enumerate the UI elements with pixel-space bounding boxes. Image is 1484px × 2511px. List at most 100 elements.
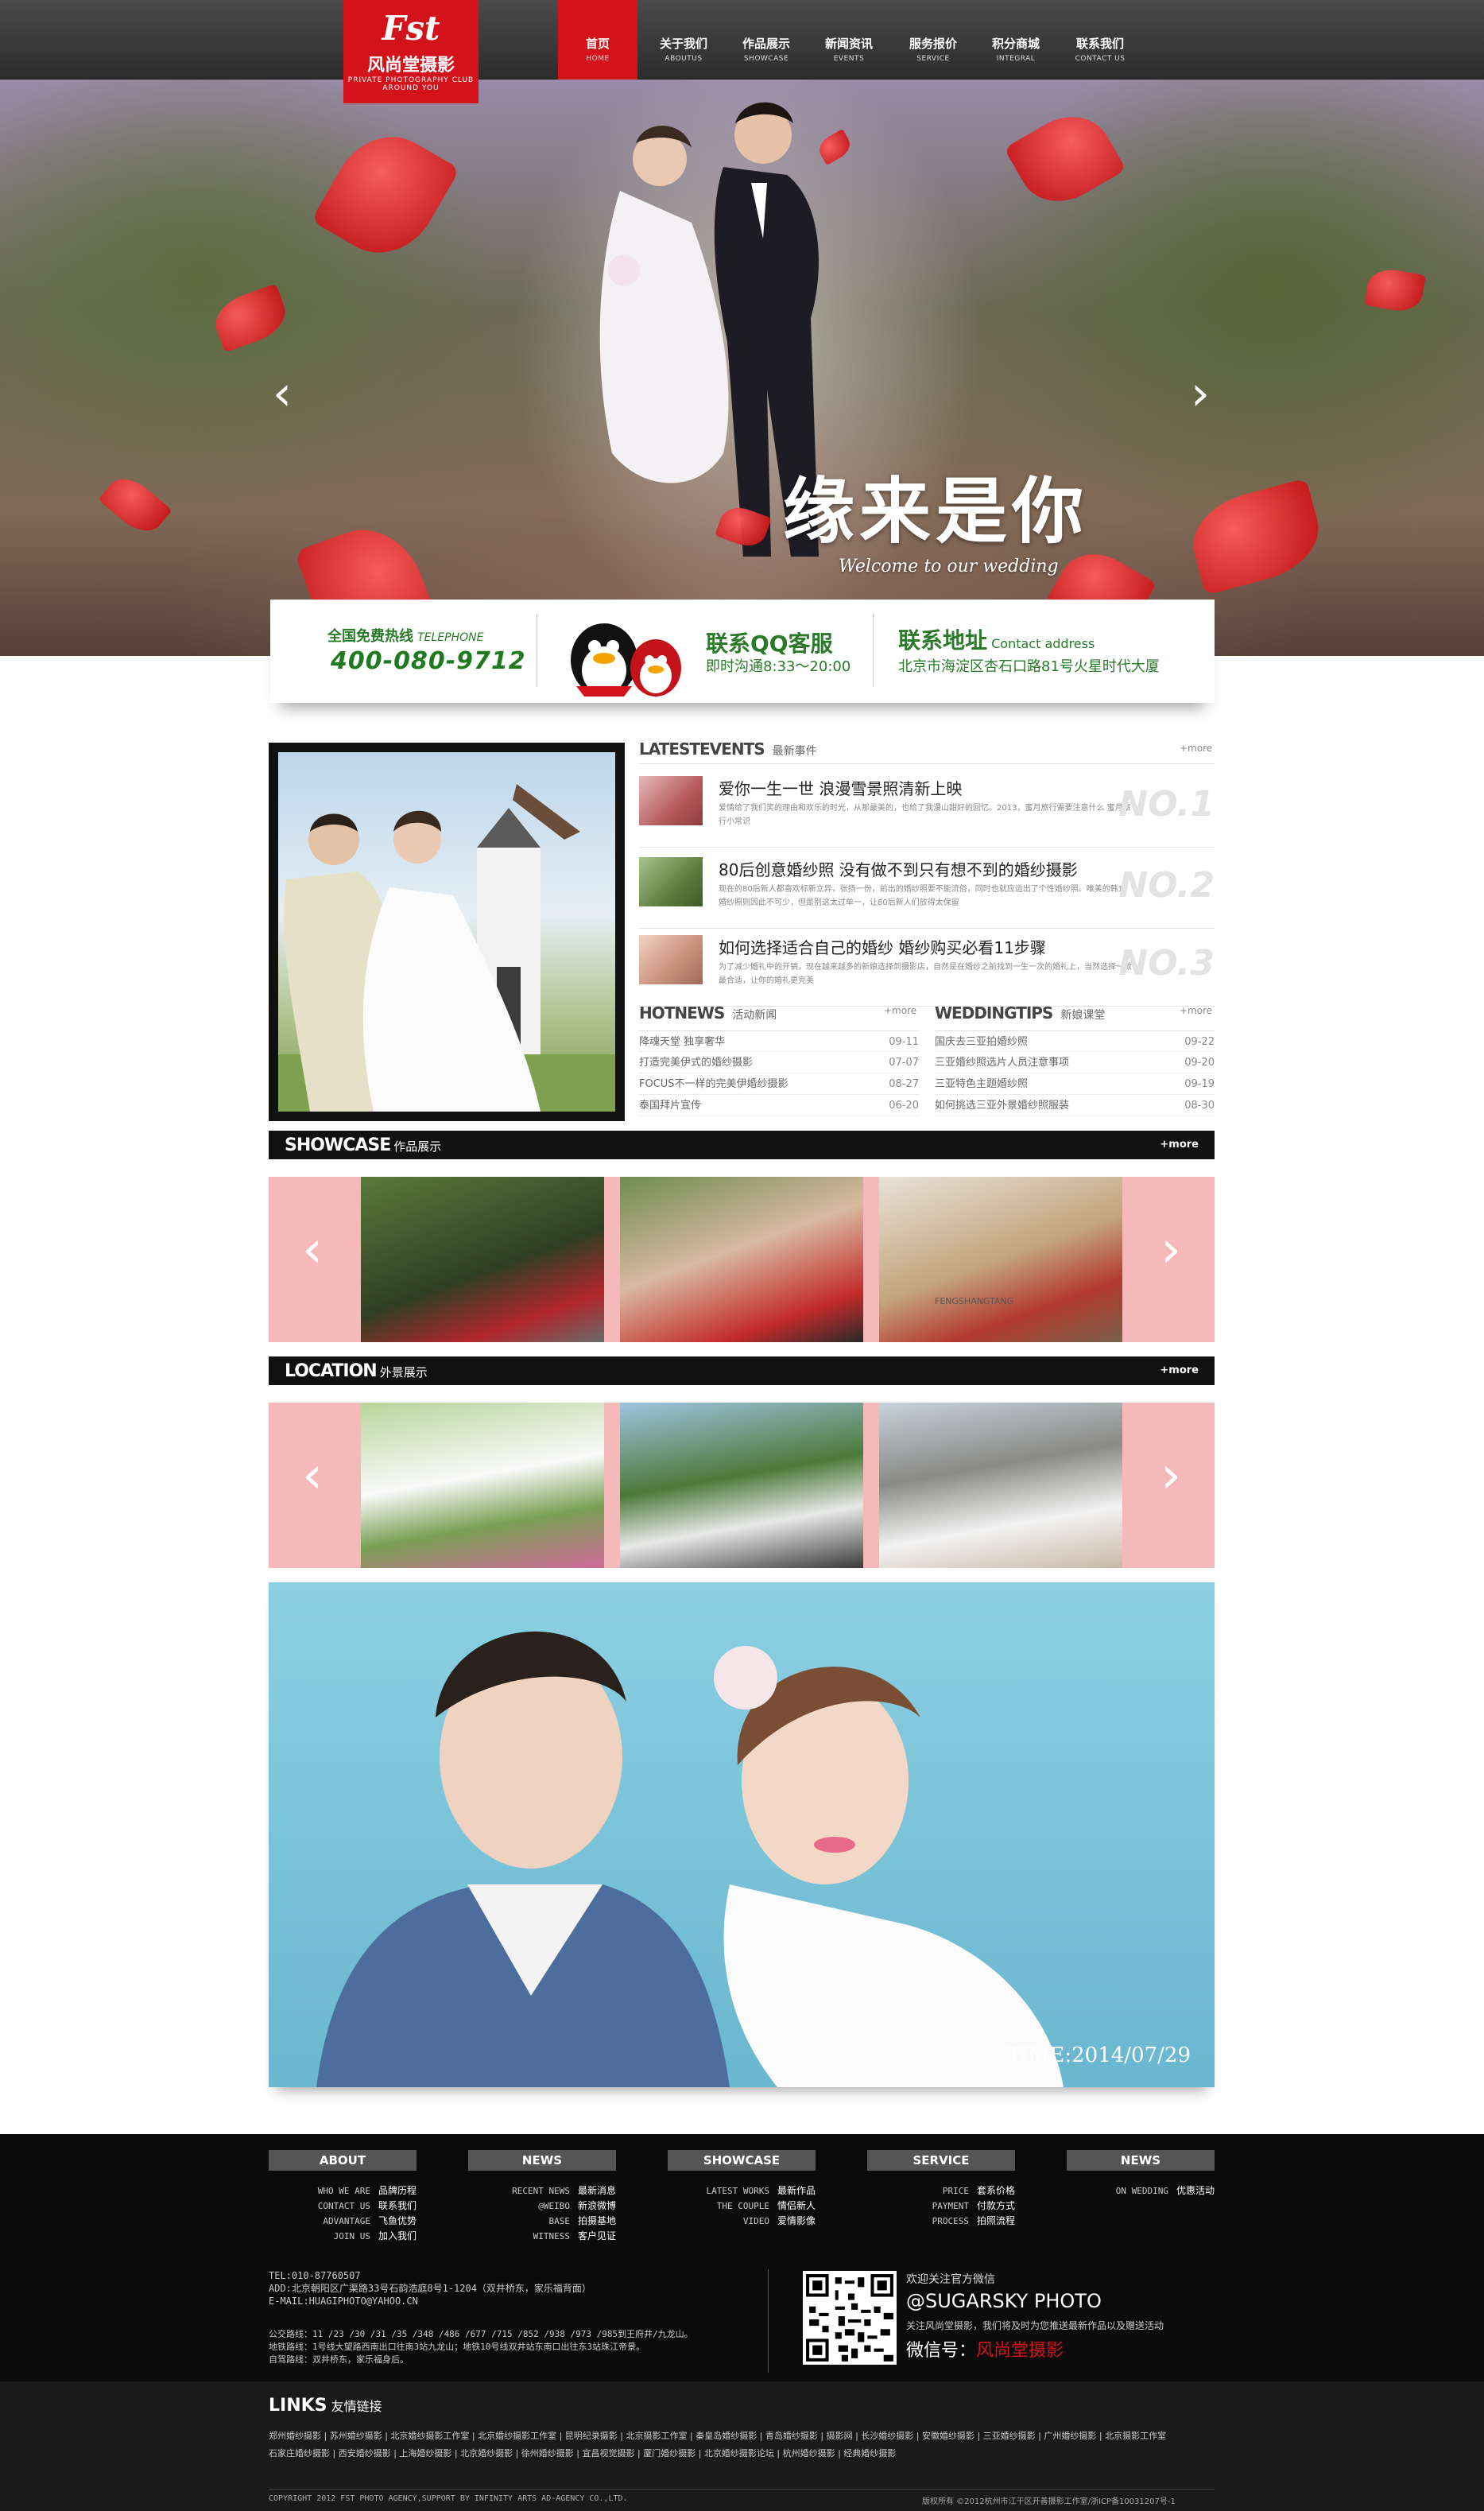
event-title[interactable]: 爱你一生一世 浪漫雪景照清新上映 <box>719 776 962 799</box>
footer-heading-showcase: SHOWCASE <box>668 2150 816 2171</box>
list-item[interactable]: 泰国拜片宣传 06-20 <box>639 1095 919 1116</box>
nav-item-about[interactable]: 关于我们 ABOUTUS <box>644 0 723 80</box>
list-item[interactable]: 国庆去三亚拍婚纱照 09-22 <box>935 1030 1215 1052</box>
feature-banner-photo[interactable]: TIME:2014/07/29 <box>269 1582 1215 2087</box>
footer-link[interactable]: RECENT NEWS 最新消息 <box>468 2183 616 2199</box>
footer-link[interactable]: ON WEDDING 优惠活动 <box>1067 2183 1215 2199</box>
event-desc: 现在的80后新人都喜欢标新立异，张扬一份，前出的婚纱照要不能流俗，同时也就应运出… <box>719 885 1126 907</box>
footer-link[interactable]: ADVANTAGE 飞鱼优势 <box>269 2214 417 2229</box>
footer-heading-news-2: NEWS <box>1067 2150 1215 2171</box>
footer-metro-route: 地铁路线：1号线大望路西南出口往南3站九龙山；地铁10号线双井站东南口出往东3站… <box>269 2342 645 2352</box>
footer-link[interactable]: THE COUPLE 情侣新人 <box>668 2199 816 2214</box>
list-item[interactable]: 降魂天堂 独享奢华 09-11 <box>639 1030 919 1052</box>
petal-decoration <box>98 469 172 541</box>
nav-item-showcase[interactable]: 作品展示 SHOWCASE <box>727 0 806 80</box>
divider <box>768 2269 769 2373</box>
location-photo[interactable] <box>620 1403 863 1568</box>
wechat-qr-code <box>803 2271 897 2365</box>
event-desc: 为了减少婚礼中的开销，现在越来越多的新娘选择到摄影店，自然是在婚纱之前找到一生一… <box>719 963 1132 985</box>
event-title[interactable]: 如何选择适合自己的婚纱 婚纱购买必看11步骤 <box>719 935 1046 958</box>
footer-link[interactable]: WHO WE ARE 品牌历程 <box>269 2183 417 2199</box>
hotnews-header: HOTNEWS 活动新闻 <box>639 1003 777 1023</box>
showcase-prev-arrow[interactable]: ‹ <box>300 1224 324 1275</box>
footer-link[interactable]: WITNESS 客户见证 <box>468 2229 616 2244</box>
list-item[interactable]: FOCUS不一样的完美伊婚纱摄影 08-27 <box>639 1073 919 1095</box>
footer-link[interactable]: LATEST WORKS 最新作品 <box>668 2183 816 2199</box>
footer-link[interactable]: CONTACT US 联系我们 <box>269 2199 417 2214</box>
nav-item-events[interactable]: 新闻资讯 EVENTS <box>809 0 889 80</box>
footer-link[interactable]: JOIN US 加入我们 <box>269 2229 417 2244</box>
friend-links-row[interactable]: 石家庄婚纱摄影 | 西安婚纱摄影 | 上海婚纱摄影 | 北京婚纱摄影 | 徐州婚… <box>269 2445 1215 2462</box>
friend-links[interactable]: 郑州婚纱摄影 | 苏州婚纱摄影 | 北京婚纱摄影工作室 | 北京婚纱摄影工作室 … <box>269 2428 1215 2462</box>
hero-next-arrow[interactable]: › <box>1184 370 1216 425</box>
nav-item-integral[interactable]: 积分商城 INTEGRAL <box>976 0 1056 80</box>
showcase-next-arrow[interactable]: › <box>1159 1224 1183 1275</box>
hero-prev-arrow[interactable]: ‹ <box>266 370 298 425</box>
showcase-photo[interactable]: FENGSHANGTANG <box>879 1177 1122 1342</box>
hotnews-more-link[interactable]: +more <box>884 1005 916 1016</box>
petal-decoration <box>1183 478 1329 596</box>
icp-text: 版权所有 ©2012杭州市江干区开善摄影工作室/浙ICP备10031207号-1 <box>922 2497 1176 2506</box>
nav-item-home[interactable]: 首页 HOME <box>558 0 637 80</box>
latest-event-item[interactable]: 80后创意婚纱照 没有做不到只有想不到的婚纱摄影 现在的80后新人都喜欢标新立异… <box>639 857 1215 929</box>
showcase-more-link[interactable]: +more <box>1160 1139 1199 1151</box>
footer-link[interactable]: @WEIBO 新浪微博 <box>468 2199 616 2214</box>
weddingtips-more-link[interactable]: +more <box>1180 1005 1212 1016</box>
location-title: LOCATION 外景展示 <box>285 1361 428 1381</box>
site-logo[interactable]: Fst 风尚堂摄影 PRIVATE PHOTOGRAPHY CLUB AROUN… <box>343 0 479 103</box>
petal-decoration <box>208 283 293 353</box>
footer-link[interactable]: PROCESS 拍照流程 <box>867 2214 1015 2229</box>
footer-link[interactable]: PAYMENT 付款方式 <box>867 2199 1015 2214</box>
photo-caption: FENGSHANGTANG <box>935 1296 1014 1306</box>
footer-contact-info: TEL:010-87760507 ADD:北京朝阳区广渠路33号石韵浩庭8号1-… <box>269 2269 746 2307</box>
hero-banner[interactable]: ‹ › 缘来是你 Welcome to our wedding <box>0 80 1484 656</box>
footer-routes: 公交路线：11 /23 /30 /31 /35 /348 /486 /677 /… <box>269 2328 746 2366</box>
footer-heading-service: SERVICE <box>867 2150 1015 2171</box>
banner-couple-image <box>316 1631 1064 2087</box>
hotline-phone[interactable]: 400-080-9712 <box>331 647 526 675</box>
footer-heading-news: NEWS <box>468 2150 616 2171</box>
address-title: 联系地址 Contact address <box>898 627 1095 654</box>
qq-service-title[interactable]: 联系QQ客服 <box>706 627 833 658</box>
location-photo[interactable] <box>361 1403 604 1568</box>
footer-link[interactable]: VIDEO 爱情影像 <box>668 2214 816 2229</box>
location-prev-arrow[interactable]: ‹ <box>300 1450 324 1501</box>
qq-service-hours: 即时沟通8:33～20:00 <box>706 658 851 675</box>
nav-item-contact[interactable]: 联系我们 CONTACT US <box>1060 0 1140 80</box>
weddingtips-header: WEDDINGTIPS 新娘课堂 <box>935 1003 1106 1023</box>
friend-links-row[interactable]: 郑州婚纱摄影 | 苏州婚纱摄影 | 北京婚纱摄影工作室 | 北京婚纱摄影工作室 … <box>269 2428 1215 2445</box>
latest-more-link[interactable]: +more <box>1180 743 1212 754</box>
event-thumbnail <box>639 857 703 906</box>
footer-link[interactable]: BASE 拍摄基地 <box>468 2214 616 2229</box>
copyright-text: COPYRIGHT 2012 FST PHOTO AGENCY,SUPPORT … <box>269 2494 628 2503</box>
footer-col-service: PRICE 套系价格 PAYMENT 付款方式 PROCESS 拍照流程 <box>867 2183 1015 2229</box>
wechat-name: 微信号：风尚堂摄影 <box>906 2341 1064 2361</box>
nav-item-service[interactable]: 服务报价 SERVICE <box>893 0 973 80</box>
footer-col-news-2: ON WEDDING 优惠活动 <box>1067 2183 1215 2199</box>
event-desc: 爱情给了我们笑的理由和欢乐的时光，从那最美的，也给了我漫山甜好的回忆。2013，… <box>719 804 1131 826</box>
footer-drive-route: 自驾路线：双井桥东，家乐福身后。 <box>269 2354 409 2365</box>
hero-subtitle: Welcome to our wedding <box>839 557 1059 576</box>
list-item[interactable]: 打造完美伊式的婚纱摄影 07-07 <box>639 1052 919 1073</box>
location-more-link[interactable]: +more <box>1160 1364 1199 1376</box>
latest-event-item[interactable]: 如何选择适合自己的婚纱 婚纱购买必看11步骤 为了减少婚礼中的开销，现在越来越多… <box>639 935 1215 1007</box>
weddingtips-list: 国庆去三亚拍婚纱照 09-22 三亚婚纱照选片人员注意事项 09-20 三亚特色主题… <box>935 1030 1215 1116</box>
list-item[interactable]: 三亚婚纱照选片人员注意事项 09-20 <box>935 1052 1215 1073</box>
footer-links-section: LINKS 友情链接 郑州婚纱摄影 | 苏州婚纱摄影 | 北京婚纱摄影工作室 |… <box>0 2381 1484 2511</box>
list-item[interactable]: 三亚特色主题婚纱照 09-19 <box>935 1073 1215 1095</box>
event-number: NO.2 <box>1118 865 1215 906</box>
footer-email[interactable]: E-MAIL:HUAGIPHOTO@YAHOO.CN <box>269 2295 746 2307</box>
footer-link[interactable]: PRICE 套系价格 <box>867 2183 1015 2199</box>
location-next-arrow[interactable]: › <box>1159 1450 1183 1501</box>
showcase-bar: SHOWCASE 作品展示 +more <box>269 1131 1215 1159</box>
featured-photo[interactable] <box>269 743 625 1121</box>
list-item[interactable]: 如何挑选三亚外景婚纱照服装 08-30 <box>935 1095 1215 1116</box>
event-title[interactable]: 80后创意婚纱照 没有做不到只有想不到的婚纱摄影 <box>719 857 1078 880</box>
petal-decoration <box>1364 266 1426 315</box>
latest-event-item[interactable]: 爱你一生一世 浪漫雪景照清新上映 爱情给了我们笑的理由和欢乐的时光，从那最美的，… <box>639 776 1215 848</box>
showcase-photo[interactable] <box>361 1177 604 1342</box>
showcase-gallery: ‹ FENGSHANGTANG › <box>269 1177 1215 1342</box>
location-photo[interactable] <box>879 1403 1122 1568</box>
showcase-photo[interactable] <box>620 1177 863 1342</box>
latest-events-header: LATESTEVENTS 最新事件 <box>639 739 817 759</box>
